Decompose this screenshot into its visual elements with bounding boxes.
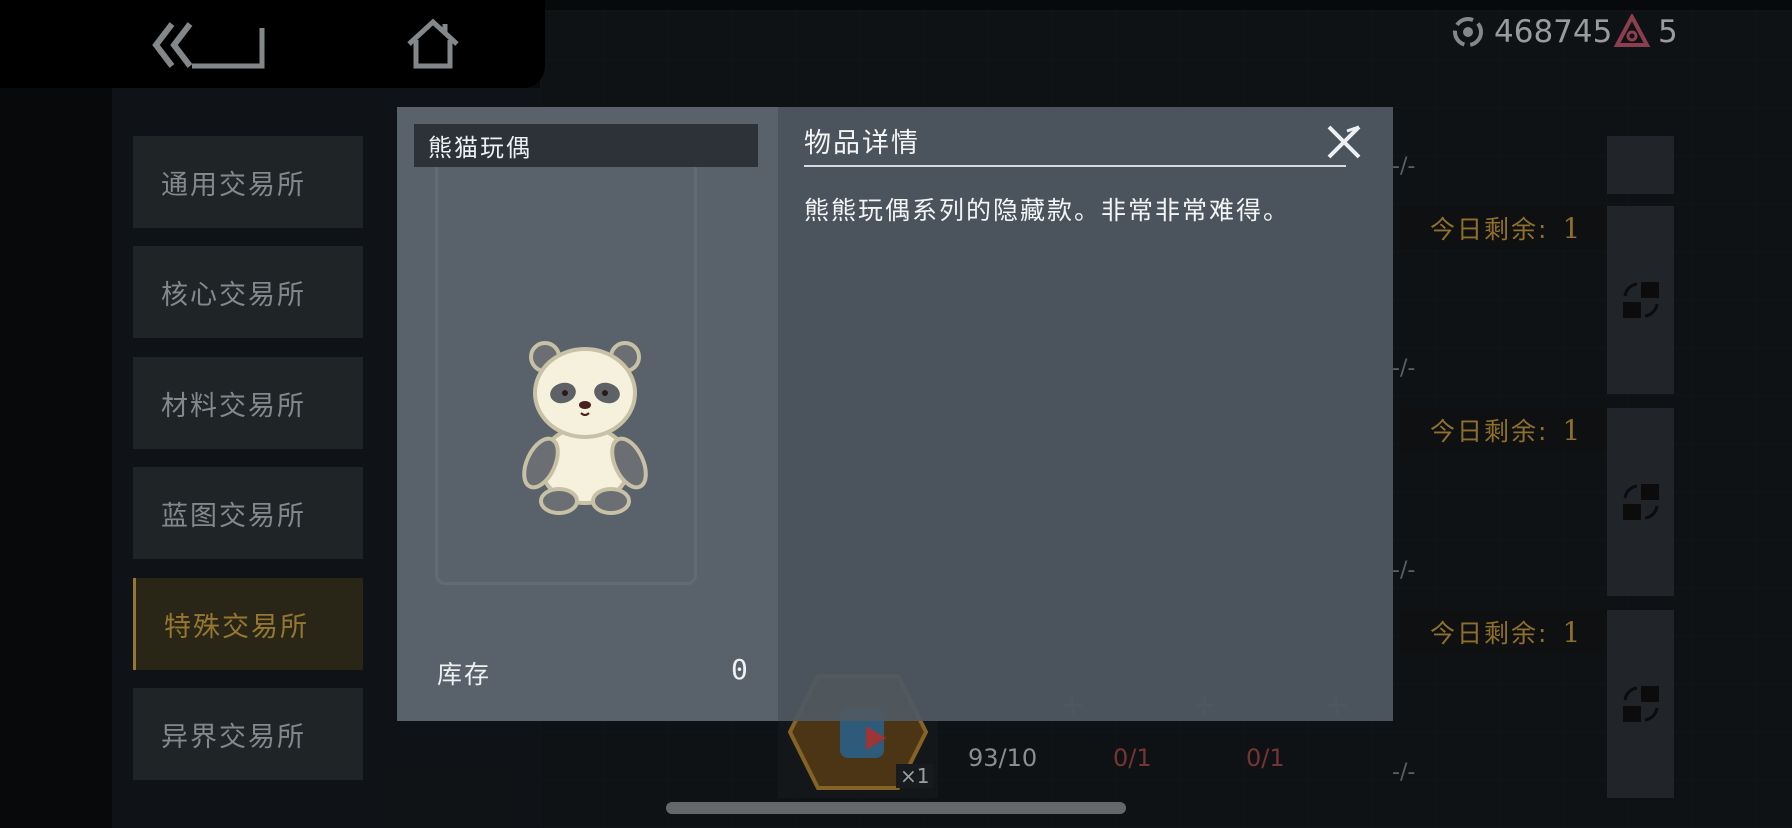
item-preview-panel: 熊猫玩偶 库存 0 (397, 107, 778, 721)
item-detail-modal: 熊猫玩偶 库存 0 物品详情 熊熊玩偶系列的隐藏款。非常非常难得。 (397, 107, 1393, 721)
item-detail-panel: 物品详情 熊熊玩偶系列的隐藏款。非常非常难得。 (778, 107, 1393, 721)
close-button[interactable] (1323, 121, 1365, 163)
item-name: 熊猫玩偶 (414, 124, 758, 167)
close-icon (1327, 125, 1361, 159)
item-description: 熊熊玩偶系列的隐藏款。非常非常难得。 (804, 196, 1291, 225)
stock-value: 0 (731, 653, 748, 686)
panda-doll-icon (505, 335, 665, 515)
stock-label: 库存 (437, 660, 492, 689)
title-divider (804, 165, 1346, 167)
detail-title: 物品详情 (804, 128, 920, 159)
